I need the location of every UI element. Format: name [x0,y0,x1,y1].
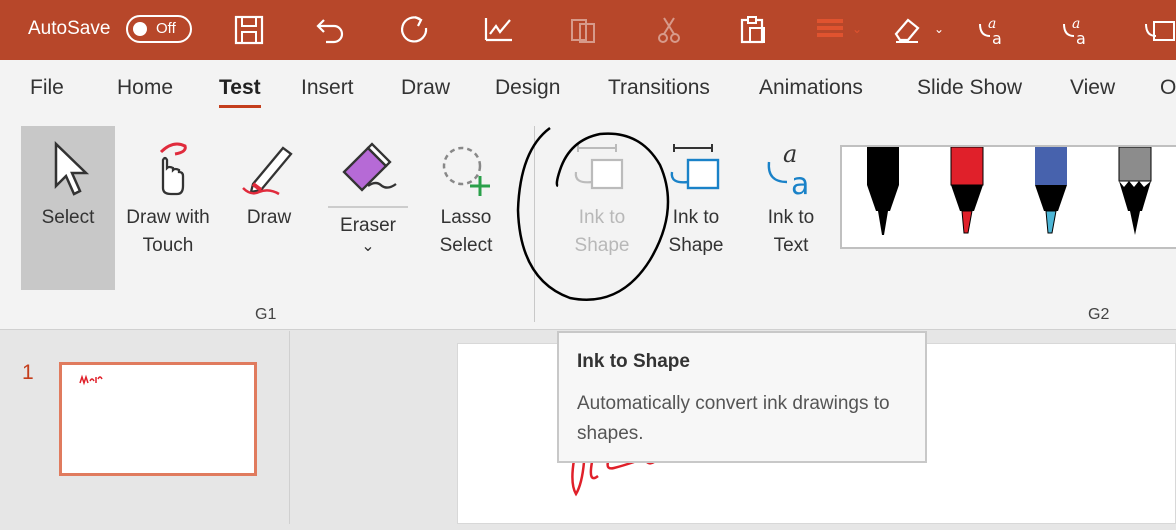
autosave-state: Off [156,20,176,37]
select-button[interactable]: Select [21,126,115,290]
ink-to-shape-line2: Shape [668,235,724,256]
redo-icon[interactable] [398,14,432,46]
select-label: Select [41,207,95,228]
pen-icon [242,146,293,196]
draw-button[interactable]: Draw [228,126,310,290]
tab-animations[interactable]: Animations [759,76,863,100]
ink-to-shape-tooltip: Ink to Shape Automatically convert ink d… [557,331,927,463]
thumbnail-ink-drawing [79,374,103,386]
copy-icon[interactable] [566,14,600,46]
tab-file[interactable]: File [30,76,64,100]
ribbon-tabs: File Home Test Insert Draw Design Transi… [0,60,1176,118]
ink-to-shape-icon [574,144,624,190]
draw-label: Draw [246,207,292,228]
undo-icon[interactable] [314,14,348,46]
pointer-icon [54,141,90,196]
draw-with-touch-line1: Draw with [126,207,210,228]
slide-thumbnails-pane: 1 [0,331,290,524]
tab-transitions[interactable]: Transitions [608,76,710,100]
tab-home[interactable]: Home [117,76,173,100]
svg-text:a: a [1076,29,1086,46]
shapes-icon[interactable] [814,14,848,46]
draw-with-touch-line2: Touch [142,235,194,256]
ink-replay-icon[interactable] [482,14,516,46]
galaxy-pen-icon[interactable] [1034,147,1068,237]
tab-overflow[interactable]: O [1160,76,1176,100]
ink-to-shape-icon [670,144,720,190]
lasso-icon [442,146,490,196]
ink-to-text-icon: aa [767,140,809,198]
group-separator [534,126,535,322]
tooltip-title: Ink to Shape [577,351,690,372]
eraser-button[interactable]: Eraser ⌄ [328,126,408,290]
tab-test[interactable]: Test [219,76,261,108]
ink-to-shape-disabled-line1: Ink to [578,207,626,228]
ribbon: Select Draw with Touch Draw Eraser ⌄ Las… [0,118,1176,330]
black-pen-icon[interactable] [866,147,900,237]
eraser-label: Eraser [328,206,408,240]
lasso-line1: Lasso [440,207,492,228]
pen-gallery [840,145,1176,249]
red-pen-icon[interactable] [950,147,984,237]
svg-text:a: a [992,29,1002,46]
tab-draw[interactable]: Draw [401,76,450,100]
autosave-toggle[interactable]: Off [126,15,192,43]
toggle-knob [133,22,147,36]
ink-to-text-icon[interactable]: aa [976,14,1010,48]
svg-text:a: a [791,167,809,198]
tab-view[interactable]: View [1070,76,1115,100]
ink-to-text-line1: Ink to [767,207,815,228]
lasso-select-button[interactable]: Lasso Select [424,126,508,290]
paste-icon[interactable] [736,14,770,46]
ink-to-shape-disabled-button[interactable]: Ink to Shape [556,126,648,290]
slide-thumbnail[interactable] [59,362,257,476]
group1-label: G1 [255,306,277,323]
eraser-icon[interactable] [890,14,924,46]
ink-to-shape-button[interactable]: Ink to Shape [652,126,740,290]
svg-text:a: a [783,140,797,168]
group2-label: G2 [1088,306,1110,323]
tab-slide-show[interactable]: Slide Show [917,76,1022,100]
ink-to-shape-disabled-line2: Shape [574,235,630,256]
ink-to-shape-icon[interactable] [1142,14,1176,46]
ink-math-icon[interactable]: aa [1060,14,1094,48]
tab-insert[interactable]: Insert [301,76,354,100]
cut-icon[interactable] [652,14,686,46]
chevron-down-icon[interactable]: ⌄ [852,22,862,36]
ink-to-text-button[interactable]: aa Ink to Text [748,126,834,290]
save-icon[interactable] [232,14,266,46]
eraser-icon [342,142,397,192]
draw-with-touch-button[interactable]: Draw with Touch [118,126,218,290]
quick-access-toolbar: AutoSave Off ⌄ ⌄ aa aa [0,0,1176,60]
tab-design[interactable]: Design [495,76,560,100]
chevron-down-icon[interactable]: ⌄ [328,239,408,255]
chevron-down-icon[interactable]: ⌄ [934,22,944,36]
ink-to-text-line2: Text [773,235,809,256]
gray-pencil-icon[interactable] [1118,147,1152,237]
tooltip-description: Automatically convert ink drawings to sh… [577,393,890,444]
slide-number: 1 [22,361,34,384]
autosave-label: AutoSave [28,18,111,39]
touch-draw-icon [159,142,187,196]
ink-to-shape-line1: Ink to [672,207,720,228]
lasso-line2: Select [439,235,493,256]
